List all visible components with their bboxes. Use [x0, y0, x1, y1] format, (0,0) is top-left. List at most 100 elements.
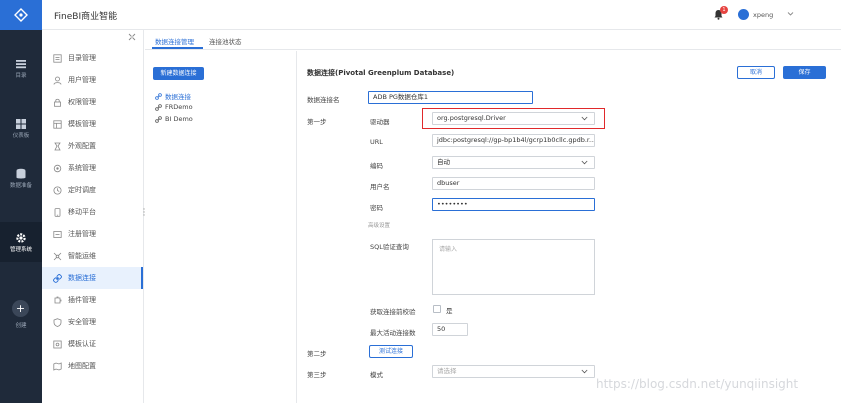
validate-option-label: 是 — [446, 307, 453, 315]
connection-item[interactable]: FRDemo — [155, 103, 193, 111]
gear-icon — [16, 232, 26, 243]
sidebar-item-security[interactable]: 安全管理 — [42, 311, 143, 333]
sql-validation-label: SQL验证查询 — [370, 243, 409, 251]
ops-icon — [53, 252, 62, 260]
sidebar-item-label: 权限管理 — [68, 98, 96, 106]
sidebar-item-label: 系统管理 — [68, 164, 96, 172]
save-button[interactable]: 保存 — [783, 66, 826, 79]
notification-badge: 1 — [720, 6, 728, 14]
cancel-button[interactable]: 取消 — [737, 66, 775, 79]
connection-item-label: FRDemo — [165, 103, 193, 111]
app-logo[interactable] — [0, 0, 42, 30]
schema-placeholder: 请选择 — [437, 367, 457, 375]
tab-bar: 数据连接管理 连接池状态 — [145, 30, 841, 50]
map-icon — [53, 361, 62, 371]
tab-connection-management[interactable]: 数据连接管理 — [155, 36, 194, 46]
dashboard-icon — [16, 118, 26, 129]
lock-icon — [54, 98, 61, 107]
connection-item[interactable]: 数据连接 — [155, 91, 191, 101]
sidebar-item-label: 地图配置 — [68, 362, 96, 370]
schema-label: 模式 — [370, 371, 383, 379]
management-sidebar: 目录管理 用户管理 权限管理 模板管理 外观配置 系统管理 定时调度 移动平台 … — [42, 30, 144, 403]
plus-icon: + — [15, 302, 26, 315]
sidebar-item-plugins[interactable]: 插件管理 — [42, 289, 143, 311]
shield-icon — [53, 317, 62, 327]
link-icon — [155, 92, 162, 100]
rail-item-label: 数据准备 — [9, 182, 32, 189]
sidebar-item-appearance[interactable]: 外观配置 — [42, 135, 143, 157]
form-title: 数据连接(Pivotal Greenplum Database) — [307, 69, 455, 77]
sidebar-item-label: 安全管理 — [68, 318, 96, 326]
create-button[interactable]: + — [12, 300, 29, 317]
logo-icon — [14, 8, 28, 22]
chevron-down-icon[interactable] — [787, 10, 794, 17]
url-input[interactable]: jdbc:postgresql://gp-bp1b4l/gcrp1b0cllc.… — [432, 134, 595, 147]
database-icon — [16, 168, 26, 178]
sidebar-item-catalog[interactable]: 目录管理 — [42, 47, 143, 69]
plugin-icon — [54, 296, 62, 303]
sidebar-item-label: 外观配置 — [68, 142, 96, 150]
sidebar-item-label: 用户管理 — [68, 76, 96, 84]
connection-list-panel: 新建数据连接 数据连接 FRDemo BI Demo — [145, 51, 297, 403]
new-connection-button[interactable]: 新建数据连接 — [153, 67, 204, 80]
encoding-value: 自动 — [437, 158, 450, 166]
url-label: URL — [370, 138, 383, 146]
sidebar-item-data-connection[interactable]: 数据连接 — [42, 267, 143, 289]
rail-item-dashboard[interactable]: 仪表板 — [0, 108, 42, 148]
step-two-label: 第二步 — [307, 350, 327, 358]
max-active-input[interactable]: 50 — [432, 323, 468, 336]
test-connection-button[interactable]: 测试连接 — [369, 345, 413, 358]
sql-validation-textarea[interactable]: 请输入 — [432, 239, 595, 295]
collapse-icon[interactable] — [128, 33, 136, 41]
certificate-icon — [53, 340, 62, 348]
sidebar-item-label: 移动平台 — [68, 208, 96, 216]
password-input[interactable]: •••••••• — [432, 198, 595, 211]
sidebar-item-register[interactable]: 注册管理 — [42, 223, 143, 245]
chevron-down-icon — [581, 369, 588, 374]
rail-item-management[interactable]: 管理系统 — [0, 222, 42, 262]
connection-name-label: 数据连接名 — [307, 96, 340, 104]
sidebar-item-label: 模板认证 — [68, 340, 96, 348]
create-label: 创建 — [15, 323, 27, 329]
sidebar-item-ops[interactable]: 智能运维 — [42, 245, 143, 267]
sidebar-item-system[interactable]: 系统管理 — [42, 157, 143, 179]
sidebar-item-templates[interactable]: 模板管理 — [42, 113, 143, 135]
encoding-label: 编码 — [370, 162, 383, 170]
sidebar-item-label: 数据连接 — [68, 274, 96, 282]
sidebar-item-map[interactable]: 地图配置 — [42, 355, 143, 377]
username-input[interactable]: dbuser — [432, 177, 595, 190]
connection-name-input[interactable]: ADB PG数据仓库1 — [368, 91, 533, 104]
sidebar-item-label: 模板管理 — [68, 120, 96, 128]
link-icon — [53, 273, 62, 283]
rail-item-data-prep[interactable]: 数据准备 — [0, 158, 42, 198]
settings-icon — [53, 164, 62, 172]
connection-item[interactable]: BI Demo — [155, 115, 193, 123]
clock-icon — [53, 186, 62, 194]
rail-item-label: 仪表板 — [12, 132, 30, 139]
connection-item-label: BI Demo — [165, 115, 193, 123]
tab-pool-status[interactable]: 连接池状态 — [209, 36, 242, 46]
advanced-settings-label: 高级设置 — [368, 223, 391, 229]
link-icon — [155, 103, 162, 111]
validate-checkbox[interactable] — [433, 305, 441, 313]
sidebar-item-schedule[interactable]: 定时调度 — [42, 179, 143, 201]
sidebar-item-certification[interactable]: 模板认证 — [42, 333, 143, 355]
sidebar-item-users[interactable]: 用户管理 — [42, 69, 143, 91]
schema-select[interactable]: 请选择 — [432, 365, 595, 378]
sidebar-item-label: 目录管理 — [68, 54, 96, 62]
template-icon — [53, 119, 62, 129]
driver-label: 驱动器 — [370, 118, 390, 126]
sidebar-item-permissions[interactable]: 权限管理 — [42, 91, 143, 113]
folder-icon — [53, 53, 62, 63]
app-title: FineBI商业智能 — [54, 12, 118, 22]
chevron-down-icon — [581, 160, 588, 165]
user-name[interactable]: xpeng — [753, 11, 773, 19]
rail-item-catalog[interactable]: 目录 — [0, 48, 42, 88]
sidebar-item-mobile[interactable]: 移动平台 — [42, 201, 143, 223]
sidebar-item-label: 插件管理 — [68, 296, 96, 304]
username-label: 用户名 — [370, 183, 390, 191]
encoding-select[interactable]: 自动 — [432, 156, 595, 169]
rail-item-label: 目录 — [15, 72, 27, 79]
avatar[interactable] — [738, 9, 749, 20]
user-icon — [53, 76, 62, 85]
